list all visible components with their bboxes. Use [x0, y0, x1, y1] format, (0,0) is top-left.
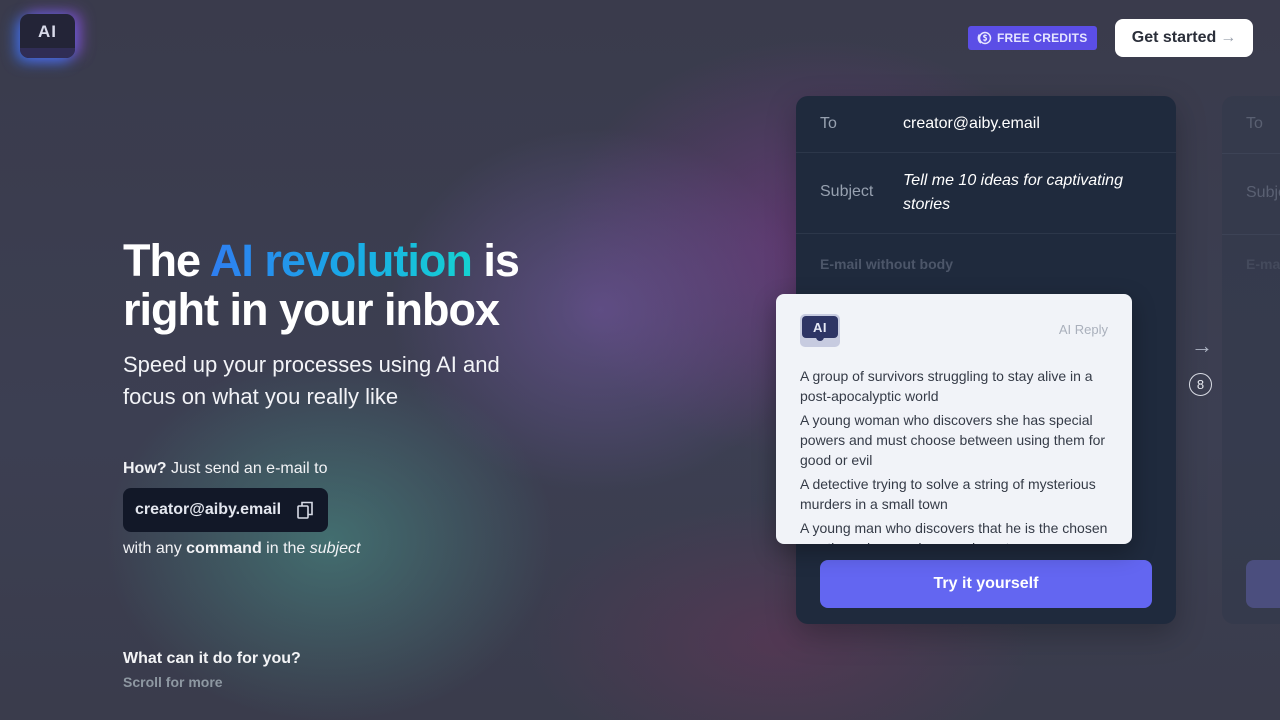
list-item: A young woman who discovers she has spec… — [800, 412, 1106, 468]
ai-reply-list: A group of survivors struggling to stay … — [800, 366, 1112, 544]
list-item: A group of survivors struggling to stay … — [800, 368, 1093, 404]
with-any-text: with any command in the subject — [123, 540, 360, 558]
list-item: A young man who discovers that he is the… — [800, 520, 1108, 544]
to-label: To — [820, 115, 837, 132]
copy-email-button[interactable]: creator@aiby.email — [123, 488, 328, 532]
list-item: A detective trying to solve a string of … — [800, 476, 1096, 512]
how-text: How? Just send an e-mail to — [123, 460, 328, 478]
body-placeholder: E-mail without body — [820, 256, 953, 272]
with-any-italic: subject — [309, 540, 361, 557]
subject-value: Tell me 10 ideas for captivating stories — [903, 172, 1123, 213]
hero-title-pre: The — [123, 235, 210, 286]
ai-avatar-notch — [816, 336, 824, 341]
divider — [1222, 153, 1280, 154]
get-started-label: Get started — [1131, 29, 1217, 46]
with-any-mid: in the — [261, 540, 310, 557]
subject-label: Subject — [820, 183, 874, 200]
logo[interactable]: AI — [20, 14, 75, 58]
to-value: creator@aiby.email — [903, 115, 1040, 132]
next-arrow-icon[interactable]: → — [1191, 333, 1213, 359]
how-rest: Just send an e-mail to — [166, 460, 328, 477]
ai-avatar-icon: AI — [800, 314, 840, 347]
free-credits-badge[interactable]: FREE CREDITS — [968, 26, 1098, 50]
get-started-button[interactable]: Get started → — [1115, 19, 1253, 57]
hero-title: The AI revolution is right in your inbox — [123, 236, 583, 334]
next-body-placeholder: E-mail without body — [1246, 256, 1280, 272]
try-it-yourself-button[interactable]: Try it yourself — [820, 560, 1152, 608]
what-can-heading: What can it do for you? — [123, 650, 301, 667]
next-try-button[interactable] — [1246, 560, 1280, 608]
hero-subtitle: Speed up your processes using AI and foc… — [123, 352, 500, 409]
to-row: To creator@aiby.email — [796, 96, 1176, 153]
coin-icon — [976, 30, 992, 46]
ai-avatar-text: AI — [802, 316, 838, 338]
example-counter: 8 — [1189, 373, 1212, 396]
next-to-label: To — [1246, 115, 1263, 132]
how-bold: How? — [123, 460, 167, 477]
hero-title-highlight: AI revolution — [209, 235, 473, 286]
scroll-for-more[interactable]: Scroll for more — [123, 674, 223, 690]
email-address: creator@aiby.email — [135, 501, 282, 518]
with-any-bold: command — [186, 540, 262, 557]
ai-reply-card: AI AI Reply A group of survivors struggl… — [776, 294, 1132, 544]
with-any-pre: with any — [123, 540, 187, 557]
ai-reply-label: AI Reply — [1058, 322, 1108, 337]
arrow-right-icon: → — [1220, 29, 1237, 46]
divider — [1222, 234, 1280, 235]
next-subject-label: Subject — [1246, 184, 1280, 201]
next-email-card[interactable]: To Subject E-mail without body — [1222, 96, 1280, 624]
copy-icon[interactable] — [295, 500, 315, 520]
logo-text: AI — [38, 22, 57, 41]
free-credits-label: FREE CREDITS — [997, 31, 1088, 45]
subject-row: Subject Tell me 10 ideas for captivating… — [796, 153, 1176, 234]
